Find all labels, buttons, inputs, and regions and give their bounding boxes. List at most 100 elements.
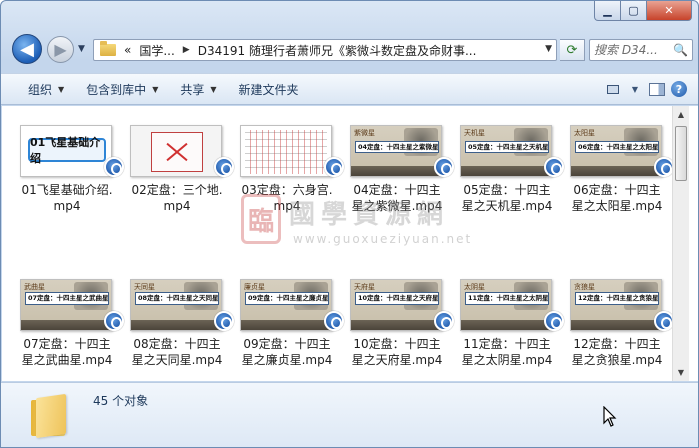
search-icon[interactable]: 🔍 xyxy=(673,43,688,57)
maximize-button[interactable]: ▢ xyxy=(621,1,647,21)
file-name: 12定盘：十四主 星之贪狼星.mp4 xyxy=(566,336,668,368)
chevron-down-icon: ▼ xyxy=(631,84,639,94)
file-name: 11定盘：十四主 星之太阴星.mp4 xyxy=(456,336,558,368)
scroll-up-icon[interactable]: ▲ xyxy=(673,106,689,123)
thumbnail-title: 11定盘：十四主星之太阴星 xyxy=(465,292,549,305)
file-name: 09定盘：十四主 星之廉贞星.mp4 xyxy=(236,336,338,368)
file-item[interactable]: 天同星 08定盘：十四主星之天同星 08定盘：十四主 星之天同星.mp4 xyxy=(126,265,234,381)
file-name-line: mp4 xyxy=(273,199,301,213)
file-name-line: 星之天机星.mp4 xyxy=(461,199,553,213)
back-button[interactable]: ◀ xyxy=(12,34,42,64)
media-player-icon xyxy=(654,157,672,177)
file-name-line: 星之太阳星.mp4 xyxy=(571,199,663,213)
help-icon: ? xyxy=(671,81,687,97)
vertical-scrollbar[interactable]: ▲ ▼ xyxy=(672,106,689,381)
file-item[interactable]: 天机星 05定盘：十四主星之天机星 05定盘：十四主 星之天机星.mp4 xyxy=(456,111,564,229)
file-item[interactable]: 03定盘：六身宫. mp4 xyxy=(236,111,344,229)
organize-menu[interactable]: 组织 ▼ xyxy=(17,75,75,103)
file-item[interactable]: 武曲星 07定盘：十四主星之武曲星 07定盘：十四主 星之武曲星.mp4 xyxy=(16,265,124,381)
file-name-line: 星之廉贞星.mp4 xyxy=(241,353,333,367)
file-item[interactable]: 天府星 10定盘：十四主星之天府星 10定盘：十四主 星之天府星.mp4 xyxy=(346,265,454,381)
address-dropdown-icon[interactable]: ▼ xyxy=(545,44,552,54)
chart-table xyxy=(245,130,327,174)
view-icon xyxy=(607,84,619,94)
forward-button[interactable]: ▶ xyxy=(47,36,74,63)
share-label: 共享 xyxy=(180,82,205,97)
file-name: 10定盘：十四主 星之天府星.mp4 xyxy=(346,336,448,368)
file-name-line: 08定盘：十四主 xyxy=(133,337,221,351)
video-thumbnail: 太阴星 11定盘：十四主星之太阴星 xyxy=(460,279,552,331)
file-item[interactable]: 02定盘：三个地. mp4 xyxy=(126,111,234,229)
chevron-down-icon: ▼ xyxy=(152,84,159,94)
thumbnail-title: 06定盘：十四主星之太阳星 xyxy=(575,141,659,153)
search-input[interactable] xyxy=(594,42,672,58)
breadcrumb-separator-icon[interactable]: ▶ xyxy=(183,45,190,55)
content-edge xyxy=(689,106,698,381)
video-thumbnail: 武曲星 07定盘：十四主星之武曲星 xyxy=(20,279,112,331)
view-dropdown-button[interactable]: ▼ xyxy=(624,79,646,99)
file-item[interactable]: 太阴星 11定盘：十四主星之太阴星 11定盘：十四主 星之太阴星.mp4 xyxy=(456,265,564,381)
organize-label: 组织 xyxy=(28,82,53,97)
refresh-button[interactable]: ⟳ xyxy=(560,39,585,61)
breadcrumb-current[interactable]: D34191 随理行者萧师兄《紫微斗数定盘及命财事... xyxy=(198,42,477,59)
media-player-icon xyxy=(214,157,234,177)
include-in-library-menu[interactable]: 包含到库中 ▼ xyxy=(75,75,169,103)
recent-pages-button[interactable]: ▼ xyxy=(78,44,85,54)
file-name: 03定盘：六身宫. mp4 xyxy=(236,182,338,214)
file-list[interactable]: 01飞星基础介绍 01飞星基础介绍. mp4 02定盘：三个地. mp4 03定盘：六身宫… xyxy=(2,106,672,381)
address-bar[interactable]: « 国学... ▶ D34191 随理行者萧师兄《紫微斗数定盘及命财事... ▼ xyxy=(93,39,557,61)
folder-icon xyxy=(31,392,69,439)
thumbnail-tag: 天府星 xyxy=(354,283,375,291)
thumbnail-strip xyxy=(461,320,551,330)
address-overflow[interactable]: « xyxy=(124,43,131,57)
preview-pane-button[interactable] xyxy=(646,79,668,99)
file-item[interactable]: 贪狼星 12定盘：十四主星之贪狼星 12定盘：十四主 星之贪狼星.mp4 xyxy=(566,265,672,381)
new-folder-button[interactable]: 新建文件夹 xyxy=(228,75,310,103)
help-button[interactable]: ? xyxy=(668,79,690,99)
navigation-bar: ◀ ▶ ▼ « 国学... ▶ D34191 随理行者萧师兄《紫微斗数定盘及命财… xyxy=(1,33,698,67)
file-name-line: 03定盘：六身宫. xyxy=(241,183,333,197)
thumbnail-title: 01飞星基础介绍 xyxy=(28,136,106,165)
file-item[interactable]: 01飞星基础介绍 01飞星基础介绍. mp4 xyxy=(16,111,124,229)
file-name: 01飞星基础介绍. mp4 xyxy=(16,182,118,214)
file-item[interactable]: 廉贞星 09定盘：十四主星之廉贞星 09定盘：十四主 星之廉贞星.mp4 xyxy=(236,265,344,381)
search-box[interactable]: 🔍 xyxy=(589,39,693,61)
thumbnail-strip xyxy=(571,320,661,330)
thumbnail-strip xyxy=(21,320,111,330)
thumbnail-title: 08定盘：十四主星之天同星 xyxy=(135,292,219,305)
thumbnail-tag: 天机星 xyxy=(464,129,485,137)
thumbnail-strip xyxy=(571,166,661,176)
thumbnail-tag: 太阴星 xyxy=(464,283,485,291)
watermark-url: www.guoxueziyuan.net xyxy=(293,232,473,246)
file-item[interactable]: 紫微星 04定盘：十四主星之紫微星 04定盘：十四主 星之紫微星.mp4 xyxy=(346,111,454,229)
view-controls: ▼ ? xyxy=(602,79,690,99)
thumbnail-strip xyxy=(461,166,551,176)
file-name-line: mp4 xyxy=(163,199,191,213)
file-item[interactable]: 太阳星 06定盘：十四主星之太阳星 06定盘：十四主 星之太阳星.mp4 xyxy=(566,111,672,229)
thumbnail-strip xyxy=(131,320,221,330)
chevron-down-icon: ▼ xyxy=(210,84,217,94)
folder-icon xyxy=(100,41,116,56)
share-menu[interactable]: 共享 ▼ xyxy=(169,75,227,103)
scrollbar-thumb[interactable] xyxy=(675,126,687,181)
command-bar: 组织 ▼ 包含到库中 ▼ 共享 ▼ 新建文件夹 ▼ ? xyxy=(1,73,698,105)
close-button[interactable]: ✕ xyxy=(647,1,692,21)
minimize-button[interactable]: ▁ xyxy=(594,1,621,21)
breadcrumb-parent[interactable]: 国学... xyxy=(139,42,174,59)
video-thumbnail: 天府星 10定盘：十四主星之天府星 xyxy=(350,279,442,331)
scroll-down-icon[interactable]: ▼ xyxy=(673,364,689,381)
window-controls: ▁ ▢ ✕ xyxy=(594,1,692,21)
video-thumbnail: 01飞星基础介绍 xyxy=(20,125,112,177)
media-player-icon xyxy=(324,157,344,177)
change-view-button[interactable] xyxy=(602,79,624,99)
media-player-icon xyxy=(214,311,234,331)
thumbnail-tag: 紫微星 xyxy=(354,129,375,137)
video-thumbnail: 贪狼星 12定盘：十四主星之贪狼星 xyxy=(570,279,662,331)
file-name: 02定盘：三个地. mp4 xyxy=(126,182,228,214)
media-player-icon xyxy=(544,157,564,177)
thumbnail-strip xyxy=(241,320,331,330)
thumbnail-tag: 廉贞星 xyxy=(244,283,265,291)
media-player-icon xyxy=(434,311,454,331)
media-player-icon xyxy=(324,311,344,331)
file-name-line: 12定盘：十四主 xyxy=(573,337,661,351)
